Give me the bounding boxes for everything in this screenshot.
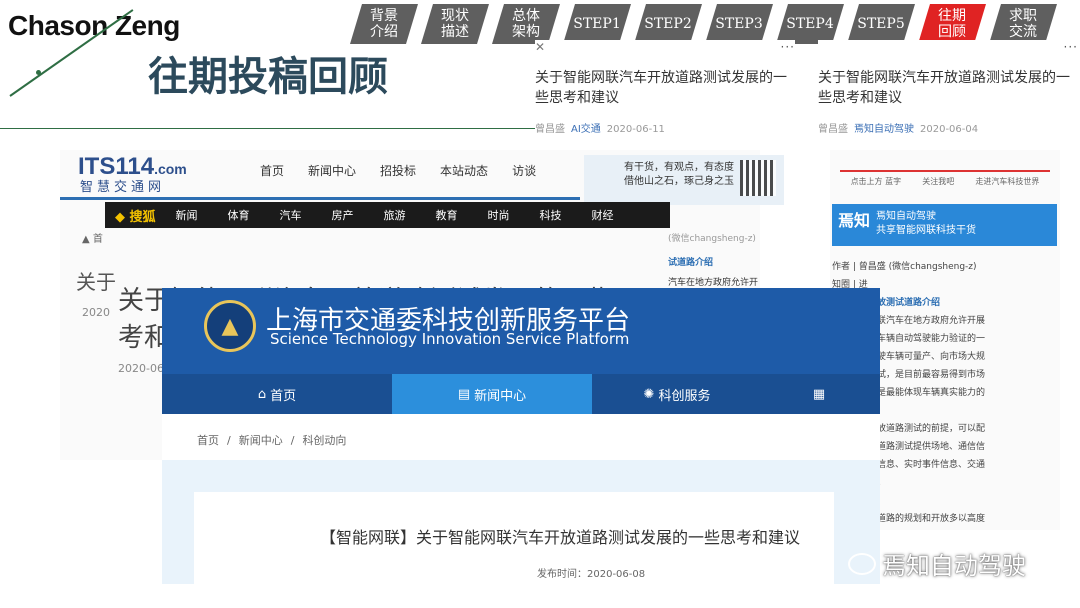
stis-nav-item[interactable]: ▦ <box>762 374 880 414</box>
decorative-underline <box>0 128 560 129</box>
article-card-yanzhi[interactable]: ··· 关于智能网联汽车开放道路测试发展的一些思考和建议 曾昌盛 焉知自动驾驶 20… <box>818 40 1078 150</box>
breadcrumb-item[interactable]: 科创动向 <box>302 434 346 447</box>
close-icon[interactable]: ✕ <box>535 40 545 54</box>
tab-1[interactable]: 现状 描述 <box>421 4 489 44</box>
flow-step: 关注我吧 <box>922 177 955 186</box>
breadcrumb-item[interactable]: 首页 <box>197 434 219 447</box>
stis-logo-icon[interactable]: ▲ <box>204 300 256 352</box>
its114-menu-item[interactable]: 本站动态 <box>440 162 488 179</box>
sohu-nav-item[interactable]: 房产 <box>332 207 354 223</box>
sohu-right-column: (微信changsheng-z) 试道路介绍 汽车在地方政府允许开 <box>668 234 759 288</box>
sohu-nav-item[interactable]: 教育 <box>436 207 458 223</box>
tab-7[interactable]: STEP5 <box>847 4 915 44</box>
more-icon[interactable]: ··· <box>1064 40 1078 54</box>
article-author: 曾昌盛 <box>818 124 848 135</box>
sohu-article-date: 2020-06 <box>118 362 164 375</box>
wechat-icon <box>848 552 876 575</box>
slide-title: 往期投稿回顾 <box>148 54 388 100</box>
its114-breadcrumb: ▲ 首 <box>82 234 103 245</box>
article-source[interactable]: 焉知自动驾驶 <box>854 124 914 135</box>
more-icon[interactable]: ··· <box>781 40 795 54</box>
yanzhi-banner-text: 焉知自动驾驶 共享智能网联科技干货 <box>876 211 976 236</box>
breadcrumb-separator: / <box>290 434 295 447</box>
its114-logo-cn: 智慧交通网 <box>80 180 166 195</box>
stis-nav-item[interactable]: ✺ 科创服务 <box>592 374 762 414</box>
wechat-watermark: 焉知自动驾驶 <box>848 546 1026 581</box>
its114-date: 2020 <box>82 306 110 319</box>
home-icon: ⌂ <box>257 386 267 402</box>
tab-6[interactable]: STEP4 <box>776 4 844 44</box>
its114-menu-underline <box>60 197 580 200</box>
article-author: 曾昌盛 <box>535 124 565 135</box>
article-date: 2020-06-04 <box>920 124 979 135</box>
its114-menu-item[interactable]: 招投标 <box>380 162 416 179</box>
stis-name-en: Science Technology Innovation Service Pl… <box>270 330 630 348</box>
its114-menu-item[interactable]: 新闻中心 <box>308 162 356 179</box>
tab-8[interactable]: 往期 回顾 <box>918 4 986 44</box>
tab-0[interactable]: 背景 介绍 <box>350 4 418 44</box>
sohu-nav-item[interactable]: 旅游 <box>384 207 406 223</box>
breadcrumb-separator: / <box>227 434 231 447</box>
sohu-logo[interactable]: ◆ 搜狐 <box>115 206 156 225</box>
stis-nav-item[interactable]: ▤ 新闻中心 <box>392 374 592 414</box>
tab-2[interactable]: 总体 架构 <box>492 4 560 44</box>
breadcrumb-item[interactable]: 新闻中心 <box>239 434 283 447</box>
article-card-ai-traffic[interactable]: ✕ ··· 关于智能网联汽车开放道路测试发展的一些思考和建议 曾昌盛 AI交通 202… <box>535 40 795 150</box>
lightbulb-icon: ✺ <box>643 386 655 402</box>
tab-9[interactable]: 求职 交流 <box>989 4 1057 44</box>
sohu-nav-item[interactable]: 新闻 <box>176 207 198 223</box>
its114-title-fragment: 关于 <box>76 270 116 294</box>
article-date: 2020-06-11 <box>606 124 665 135</box>
its114-menu-item[interactable]: 首页 <box>260 162 284 179</box>
stis-nav: ⌂ 首页 ▤ 新闻中心 ✺ 科创服务 ▦ <box>162 374 880 414</box>
its114-menu: 首页 新闻中心 招投标 本站动态 访谈 <box>260 162 536 179</box>
sohu-nav-item[interactable]: 科技 <box>540 207 562 223</box>
stis-article-title[interactable]: 【智能网联】关于智能网联汽车开放道路测试发展的一些思考和建议 <box>320 524 800 548</box>
sohu-nav-item[interactable]: 时尚 <box>488 207 510 223</box>
tab-5[interactable]: STEP3 <box>705 4 773 44</box>
yanzhi-logo: 焉知 <box>838 211 871 230</box>
sohu-nav-item[interactable]: 财经 <box>592 207 614 223</box>
sohu-nav-item[interactable]: 汽车 <box>280 207 302 223</box>
flow-step: 走进汽车科技世界 <box>975 177 1040 186</box>
its114-menu-item[interactable]: 访谈 <box>512 162 536 179</box>
stis-nav-label: 新闻中心 <box>474 388 527 404</box>
grid-icon: ▦ <box>812 386 826 402</box>
stis-breadcrumb: 首页 / 新闻中心 / 科创动向 <box>193 432 350 448</box>
yanzhi-banner: 焉知 焉知自动驾驶 共享智能网联科技干货 <box>832 204 1057 246</box>
stis-nav-label: 科创服务 <box>658 388 711 404</box>
article-source[interactable]: AI交通 <box>571 124 601 135</box>
flow-step: 点击上方 蓝字 <box>850 177 902 186</box>
yanzhi-body-line: 作者 | 曾昌盛 (微信changsheng-z) <box>832 262 977 272</box>
sohu-navbar: ◆ 搜狐 新闻 体育 汽车 房产 旅游 教育 时尚 科技 财经 <box>105 202 670 228</box>
article-title: 关于智能网联汽车开放道路测试发展的一些思考和建议 <box>535 70 787 106</box>
qr-code-icon <box>740 160 776 196</box>
tab-3[interactable]: STEP1 <box>563 4 631 44</box>
stis-nav-label: 首页 <box>270 388 297 404</box>
sohu-nav-item[interactable]: 体育 <box>228 207 250 223</box>
section-nav: 背景 介绍 现状 描述 总体 架构 STEP1 STEP2 STEP3 STEP4 STEP5… <box>350 4 1060 44</box>
document-icon: ▤ <box>457 386 471 402</box>
yanzhi-follow-flow: 点击上方 蓝字 关注我吧 走进汽车科技世界 <box>840 170 1050 194</box>
stis-nav-item[interactable]: ⌂ 首页 <box>162 374 392 414</box>
ad-text: 有干货，有观点，有态度 借他山之石，琢己身之玉 <box>624 162 734 187</box>
article-title: 关于智能网联汽车开放道路测试发展的一些思考和建议 <box>818 70 1070 106</box>
tab-4[interactable]: STEP2 <box>634 4 702 44</box>
stis-publish-date: 发布时间：2020-06-08 <box>537 569 646 580</box>
